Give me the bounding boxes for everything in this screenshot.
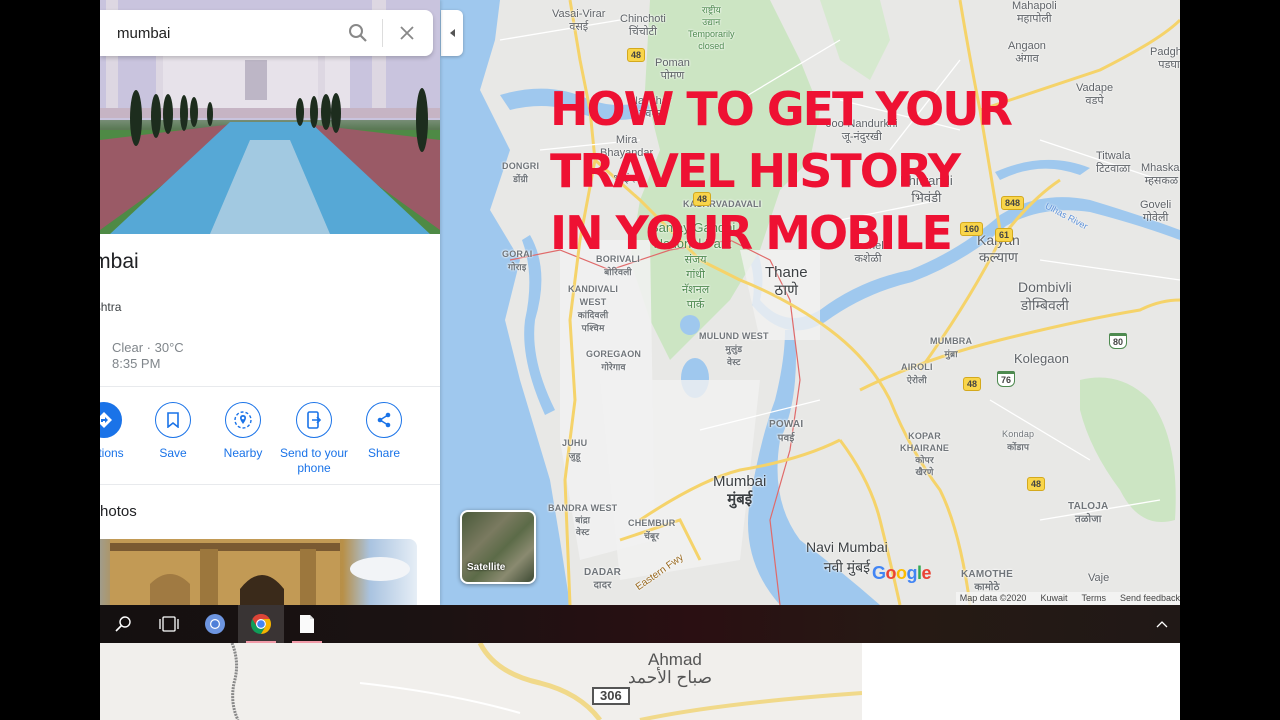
clear-search-button[interactable] xyxy=(389,15,425,51)
collapse-panel-button[interactable] xyxy=(441,10,463,56)
place-title: Mumbai xyxy=(100,250,139,273)
search-icon xyxy=(115,616,131,632)
map-label-airoli: AIROLI ऐरोली xyxy=(901,362,933,385)
screen-frame: Vasai-Virar वसई Chinchoti चिंचोटी राष्ट्री… xyxy=(100,0,1180,720)
background-map-roads xyxy=(230,643,862,720)
bg-map-road-shield: 306 xyxy=(592,687,630,705)
background-window xyxy=(862,643,1180,720)
highway-shield: 76 xyxy=(997,371,1016,387)
close-icon xyxy=(400,26,414,40)
caret-left-icon xyxy=(449,29,455,37)
chromium-icon xyxy=(205,614,225,634)
windows-taskbar xyxy=(100,605,1180,643)
bookmark-icon xyxy=(155,402,191,438)
local-time: 8:35 PM xyxy=(112,356,161,371)
letterbox-right xyxy=(1180,0,1280,720)
search-input[interactable] xyxy=(117,24,337,42)
overlay-line: TRAVEL HISTORY xyxy=(550,144,961,198)
highway-shield: 48 xyxy=(627,48,646,62)
map-label-chembur: CHEMBUR चेंबूर xyxy=(628,518,676,541)
video-overlay-title: HOW TO GET YOUR TRAVEL HISTORY IN YOUR M… xyxy=(550,78,1013,264)
taskbar-chromium-button[interactable] xyxy=(192,605,238,643)
map-label-park-closed: राष्ट्रीय उद्यान Temporarily closed xyxy=(688,5,735,51)
nearby-icon xyxy=(225,402,261,438)
background-map: Ahmad صباح الأحمد 306 xyxy=(100,643,862,720)
map-label-goveli: Goveli गोवेली xyxy=(1140,199,1172,224)
search-button[interactable] xyxy=(340,15,376,51)
send-to-phone-icon xyxy=(296,402,332,438)
taskbar-task-view-button[interactable] xyxy=(146,605,192,643)
terms-link[interactable]: Terms xyxy=(1081,592,1106,605)
highway-shield: 48 xyxy=(1027,477,1046,491)
region-link[interactable]: Kuwait xyxy=(1040,592,1067,605)
chevron-up-icon xyxy=(1156,621,1168,628)
overlay-line: IN YOUR MOBILE xyxy=(550,206,953,260)
map-label-vasai: Vasai-Virar वसई xyxy=(552,8,606,33)
photo-thumbnail[interactable] xyxy=(100,539,417,605)
share-label: Share xyxy=(367,446,401,460)
map-label-kopar: KOPAR KHAIRANE कोपर खैरणे xyxy=(900,431,950,477)
map-label-angaon: Angaon अंगाव xyxy=(1008,40,1046,65)
send-feedback-link[interactable]: Send feedback xyxy=(1120,592,1180,605)
satellite-toggle-button[interactable]: Satellite xyxy=(460,510,536,584)
place-region: Maharashtra xyxy=(100,300,122,314)
map-label-titwala: Titwala टिटवाळा xyxy=(1096,150,1131,175)
map-data-text: Map data ©2020 xyxy=(959,593,1027,603)
highway-shield: 80 xyxy=(1109,333,1128,349)
overlay-line: HOW TO GET YOUR xyxy=(550,82,1013,136)
search-box xyxy=(100,10,433,56)
gateway-of-india-photo xyxy=(110,539,410,605)
google-logo: Google xyxy=(872,563,932,583)
map-label-dadar: DADAR दादर xyxy=(584,567,622,591)
taskbar-search-button[interactable] xyxy=(100,605,146,643)
directions-icon xyxy=(100,402,122,438)
map-label-dongri: DONGRI डोंग्री xyxy=(502,161,540,184)
highway-shield: 48 xyxy=(963,377,982,391)
weather-condition: Clear · 30°C xyxy=(112,340,184,355)
task-view-icon xyxy=(159,616,179,632)
chrome-icon xyxy=(251,614,271,634)
weather-info: Clear · 30°C 8:35 PM xyxy=(112,340,184,372)
place-side-panel: Mumbai Maharashtra Clear · 30°C 8:35 PM … xyxy=(100,0,440,605)
map-label-mhaskal: Mhaskal म्हसकळ xyxy=(1141,162,1180,187)
map-label-gorai: GORAI गोराइ xyxy=(502,249,533,272)
place-actions: Directions Save Nearby Send to your phon… xyxy=(100,402,440,482)
map-label-bandra: BANDRA WEST बांद्रा वेस्ट xyxy=(548,503,618,537)
map-label-vaje: Vaje xyxy=(1088,572,1110,584)
map-canvas[interactable]: Vasai-Virar वसई Chinchoti चिंचोटी राष्ट्री… xyxy=(440,0,1180,605)
map-label-chinchoti: Chinchoti चिंचोटी xyxy=(620,13,666,38)
map-label-thane: Thane ठाणे xyxy=(765,264,808,299)
divider xyxy=(100,386,440,387)
letterbox-left xyxy=(0,0,100,720)
map-label-mumbai: Mumbai मुंबई xyxy=(713,473,767,508)
search-divider xyxy=(382,19,383,47)
photos-heading: Photos xyxy=(100,503,137,520)
share-icon xyxy=(366,402,402,438)
show-hidden-icons-button[interactable] xyxy=(1150,605,1174,643)
map-label-mahapoli: Mahapoli महापोली xyxy=(1012,0,1057,25)
map-label-kandivali: KANDIVALI WEST कांदिवली पश्चिम xyxy=(568,284,619,333)
map-label-juhu: JUHU जुहू xyxy=(562,438,588,461)
map-label-kamothe: KAMOTHE कामोठे xyxy=(961,569,1013,593)
file-icon xyxy=(300,615,314,633)
share-button[interactable]: Share xyxy=(339,402,429,461)
bg-map-label: Ahmad xyxy=(648,650,702,669)
map-label-dombivli: Dombivli डोम्बिवली xyxy=(1018,279,1072,313)
map-label-kolegaon: Kolegaon xyxy=(1014,351,1069,366)
taskbar-file-button[interactable] xyxy=(284,605,330,643)
map-attribution: Map data ©2020 Kuwait Terms Send feedbac… xyxy=(955,592,1180,605)
map-label-taloja: TALOJA तळोजा xyxy=(1068,501,1109,525)
map-label-kondap: Kondap कोंडाप xyxy=(1002,429,1035,452)
bg-map-label-arabic: صباح الأحمد xyxy=(628,668,713,687)
divider xyxy=(100,484,440,485)
map-label-padgha: Padghaपडघा xyxy=(1150,46,1180,71)
map-label-vadape: Vadape वडपे xyxy=(1076,82,1114,107)
search-icon xyxy=(349,24,367,42)
satellite-label: Satellite xyxy=(467,562,506,573)
map-label-mulund: MULUND WEST मुलुंड वेस्ट xyxy=(699,331,769,367)
map-label-goregaon: GOREGAON गोरेगाव xyxy=(586,349,642,372)
map-label-mumbra: MUMBRA मुंब्रा xyxy=(930,336,973,359)
map-label-powai: POWAI पवई xyxy=(769,419,804,444)
taskbar-chrome-button[interactable] xyxy=(238,605,284,643)
